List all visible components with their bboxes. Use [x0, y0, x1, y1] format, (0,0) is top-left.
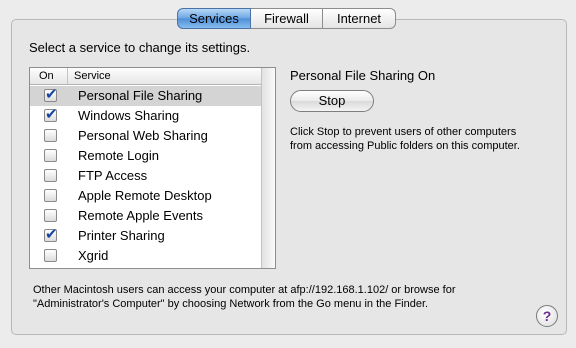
service-checkbox[interactable]	[44, 225, 58, 243]
service-label: Personal Web Sharing	[78, 128, 208, 143]
access-info-text: Other Macintosh users can access your co…	[33, 284, 456, 310]
service-checkbox[interactable]	[44, 209, 57, 222]
service-row[interactable]: FTP Access	[30, 166, 262, 186]
instruction-text: Select a service to change its settings.	[29, 40, 251, 55]
service-label: Apple Remote Desktop	[78, 188, 212, 203]
service-label: Printer Sharing	[78, 228, 165, 243]
service-label: Windows Sharing	[78, 108, 180, 123]
tab-bar: Services Firewall Internet	[177, 8, 396, 29]
service-checkbox[interactable]	[44, 129, 57, 142]
service-row[interactable]: Apple Remote Desktop	[30, 186, 262, 206]
service-checkbox[interactable]	[44, 149, 57, 162]
stop-button[interactable]: Stop	[290, 90, 374, 112]
column-header-service[interactable]: Service	[67, 68, 111, 84]
service-label: Personal File Sharing	[78, 88, 203, 103]
service-label: Remote Apple Events	[78, 208, 204, 223]
help-icon[interactable]: ?	[536, 305, 558, 327]
service-row[interactable]: Remote Apple Events	[30, 206, 262, 226]
tab-services[interactable]: Services	[177, 8, 251, 29]
service-row[interactable]: Xgrid	[30, 246, 262, 266]
list-header: On Service	[30, 68, 262, 85]
service-row[interactable]: Windows Sharing	[30, 105, 262, 126]
tab-internet[interactable]: Internet	[323, 8, 396, 29]
service-checkbox[interactable]	[44, 169, 57, 182]
service-status: Personal File Sharing On	[290, 68, 436, 83]
service-label: Remote Login	[78, 148, 159, 163]
service-row[interactable]: Printer Sharing	[30, 225, 262, 246]
service-label: FTP Access	[78, 168, 148, 183]
service-checkbox[interactable]	[44, 85, 58, 103]
service-row[interactable]: Personal Web Sharing	[30, 126, 262, 146]
service-row[interactable]: Remote Login	[30, 146, 262, 166]
service-row[interactable]: Personal File Sharing	[30, 85, 262, 106]
service-checkbox[interactable]	[44, 249, 57, 262]
service-label: Xgrid	[78, 248, 109, 263]
service-checkbox[interactable]	[44, 189, 57, 202]
service-list[interactable]: On Service Personal File Sharing Windows …	[29, 67, 276, 269]
list-scrollbar[interactable]	[261, 68, 275, 268]
service-checkbox[interactable]	[44, 105, 58, 123]
tab-firewall[interactable]: Firewall	[251, 8, 323, 29]
service-description: Click Stop to prevent users of other com…	[290, 126, 520, 152]
column-header-on[interactable]: On	[39, 70, 54, 82]
service-rows: Personal File Sharing Windows Sharing Pers…	[30, 85, 262, 266]
